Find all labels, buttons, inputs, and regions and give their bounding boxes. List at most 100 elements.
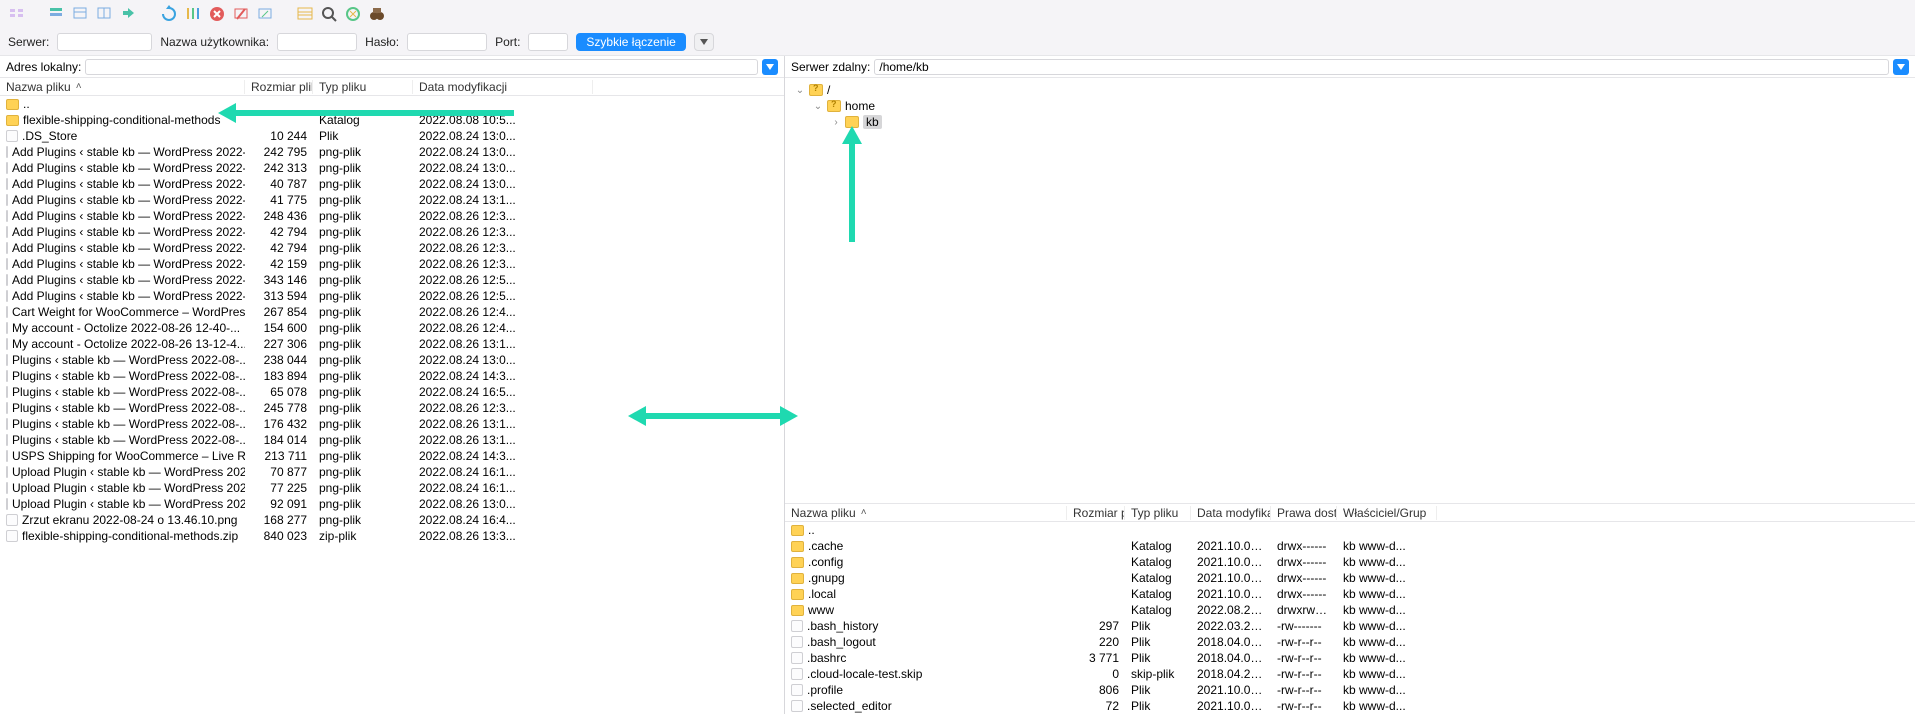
table-row[interactable]: .profile806Plik2021.10.01 0...-rw-r--r--… xyxy=(785,682,1915,698)
table-row[interactable]: Upload Plugin ‹ stable kb — WordPress 20… xyxy=(0,464,784,480)
col-name[interactable]: Nazwa pliku xyxy=(785,506,1067,520)
col-name[interactable]: Nazwa pliku xyxy=(0,80,245,94)
local-file-list[interactable]: ..flexible-shipping-conditional-methodsK… xyxy=(0,96,784,544)
quickconnect-history-dropdown[interactable] xyxy=(694,33,714,51)
table-row[interactable]: Add Plugins ‹ stable kb — WordPress 2022… xyxy=(0,272,784,288)
file-name: Add Plugins ‹ stable kb — WordPress 2022… xyxy=(12,209,245,223)
file-type: png-plik xyxy=(313,177,413,191)
file-size: 806 xyxy=(1067,683,1125,697)
table-row[interactable]: .cloud-locale-test.skip0skip-plik2018.04… xyxy=(785,666,1915,682)
table-row[interactable]: Upload Plugin ‹ stable kb — WordPress 20… xyxy=(0,496,784,512)
folder-icon xyxy=(791,525,804,536)
table-row[interactable]: flexible-shipping-conditional-methodsKat… xyxy=(0,112,784,128)
table-row[interactable]: .. xyxy=(0,96,784,112)
remote-file-list[interactable]: ...cacheKatalog2021.10.01 0...drwx------… xyxy=(785,522,1915,714)
table-row[interactable]: Add Plugins ‹ stable kb — WordPress 2022… xyxy=(0,240,784,256)
refresh-icon[interactable] xyxy=(160,5,178,23)
cancel-icon[interactable] xyxy=(208,5,226,23)
table-row[interactable]: Upload Plugin ‹ stable kb — WordPress 20… xyxy=(0,480,784,496)
table-row[interactable]: USPS Shipping for WooCommerce – Live Rat… xyxy=(0,448,784,464)
remote-tree[interactable]: ⌄ / ⌄ home › kb xyxy=(785,78,1915,504)
tree-home[interactable]: home xyxy=(845,99,875,113)
queue-icon[interactable] xyxy=(48,5,66,23)
file-date: 2022.08.26 12:3... xyxy=(413,225,593,239)
table-row[interactable]: Plugins ‹ stable kb — WordPress 2022-08-… xyxy=(0,416,784,432)
compare-icon[interactable] xyxy=(120,5,138,23)
tree-view-icon[interactable] xyxy=(96,5,114,23)
col-size[interactable]: Rozmiar pliku xyxy=(245,80,313,94)
table-row[interactable]: Add Plugins ‹ stable kb — WordPress 2022… xyxy=(0,192,784,208)
twisty-icon[interactable]: › xyxy=(831,117,841,128)
col-date[interactable]: Data modyfikacji xyxy=(1191,506,1271,520)
table-row[interactable]: Add Plugins ‹ stable kb — WordPress 2022… xyxy=(0,160,784,176)
file-owner: kb www-d... xyxy=(1337,619,1437,633)
table-row[interactable]: Add Plugins ‹ stable kb — WordPress 2022… xyxy=(0,224,784,240)
table-row[interactable]: flexible-shipping-conditional-methods.zi… xyxy=(0,528,784,544)
table-row[interactable]: wwwKatalog2022.08.24 1...drwxrwxr-xkb ww… xyxy=(785,602,1915,618)
search-icon[interactable] xyxy=(320,5,338,23)
file-name: .bashrc xyxy=(807,651,846,665)
table-row[interactable]: .bash_logout220Plik2018.04.04 2...-rw-r-… xyxy=(785,634,1915,650)
tree-root[interactable]: / xyxy=(827,83,830,97)
filter-icon[interactable] xyxy=(184,5,202,23)
table-row[interactable]: Zrzut ekranu 2022-08-24 o 13.46.10.png16… xyxy=(0,512,784,528)
tree-kb[interactable]: kb xyxy=(863,115,882,129)
site-manager-icon[interactable] xyxy=(8,5,26,23)
file-perm: -rw-r--r-- xyxy=(1271,699,1337,713)
port-input[interactable] xyxy=(528,33,568,51)
table-row[interactable]: My account - Octolize 2022-08-26 12-40-.… xyxy=(0,320,784,336)
col-owner[interactable]: Właściciel/Grup xyxy=(1337,506,1437,520)
table-row[interactable]: .selected_editor72Plik2021.10.01 0...-rw… xyxy=(785,698,1915,714)
table-row[interactable]: Plugins ‹ stable kb — WordPress 2022-08-… xyxy=(0,432,784,448)
table-row[interactable]: Add Plugins ‹ stable kb — WordPress 2022… xyxy=(0,256,784,272)
table-row[interactable]: .configKatalog2021.10.01 0...drwx------k… xyxy=(785,554,1915,570)
table-row[interactable]: Cart Weight for WooCommerce – WordPress.… xyxy=(0,304,784,320)
pass-input[interactable] xyxy=(407,33,487,51)
table-row[interactable]: My account - Octolize 2022-08-26 13-12-4… xyxy=(0,336,784,352)
local-addr-input[interactable] xyxy=(85,59,758,75)
file-size: 343 146 xyxy=(245,273,313,287)
table-row[interactable]: Plugins ‹ stable kb — WordPress 2022-08-… xyxy=(0,384,784,400)
table-row[interactable]: .bash_history297Plik2022.03.28 1...-rw--… xyxy=(785,618,1915,634)
table-row[interactable]: Add Plugins ‹ stable kb — WordPress 2022… xyxy=(0,208,784,224)
table-row[interactable]: Plugins ‹ stable kb — WordPress 2022-08-… xyxy=(0,352,784,368)
file-icon xyxy=(791,636,803,648)
file-date: 2022.08.24 16:5... xyxy=(413,385,593,399)
quickconnect-button[interactable]: Szybkie łączenie xyxy=(576,33,685,51)
table-row[interactable]: .gnupgKatalog2021.10.01 0...drwx------kb… xyxy=(785,570,1915,586)
twisty-icon[interactable]: ⌄ xyxy=(795,85,805,96)
binoculars-icon[interactable] xyxy=(368,5,386,23)
file-perm: drwx------ xyxy=(1271,587,1337,601)
remote-addr-dropdown[interactable] xyxy=(1893,59,1909,75)
split-icon[interactable] xyxy=(296,5,314,23)
table-row[interactable]: .bashrc3 771Plik2018.04.04 2...-rw-r--r-… xyxy=(785,650,1915,666)
file-owner: kb www-d... xyxy=(1337,555,1437,569)
reconnect-icon[interactable] xyxy=(256,5,274,23)
user-input[interactable] xyxy=(277,33,357,51)
table-row[interactable]: Add Plugins ‹ stable kb — WordPress 2022… xyxy=(0,288,784,304)
local-addr-dropdown[interactable] xyxy=(762,59,778,75)
twisty-icon[interactable]: ⌄ xyxy=(813,101,823,112)
file-size: 245 778 xyxy=(245,401,313,415)
table-row[interactable]: .DS_Store10 244Plik2022.08.24 13:0... xyxy=(0,128,784,144)
file-type: png-plik xyxy=(313,321,413,335)
list-view-icon[interactable] xyxy=(72,5,90,23)
table-row[interactable]: .localKatalog2021.10.01 0...drwx------kb… xyxy=(785,586,1915,602)
table-row[interactable]: .cacheKatalog2021.10.01 0...drwx------kb… xyxy=(785,538,1915,554)
process-icon[interactable] xyxy=(344,5,362,23)
table-row[interactable]: .. xyxy=(785,522,1915,538)
file-type: png-plik xyxy=(313,465,413,479)
col-type[interactable]: Typ pliku xyxy=(313,80,413,94)
col-date[interactable]: Data modyfikacji xyxy=(413,80,593,94)
folder-icon xyxy=(827,100,841,112)
table-row[interactable]: Plugins ‹ stable kb — WordPress 2022-08-… xyxy=(0,400,784,416)
table-row[interactable]: Plugins ‹ stable kb — WordPress 2022-08-… xyxy=(0,368,784,384)
server-input[interactable] xyxy=(57,33,152,51)
col-perm[interactable]: Prawa dostępu xyxy=(1271,506,1337,520)
disconnect-icon[interactable] xyxy=(232,5,250,23)
remote-addr-input[interactable] xyxy=(874,59,1889,75)
table-row[interactable]: Add Plugins ‹ stable kb — WordPress 2022… xyxy=(0,176,784,192)
col-type[interactable]: Typ pliku xyxy=(1125,506,1191,520)
table-row[interactable]: Add Plugins ‹ stable kb — WordPress 2022… xyxy=(0,144,784,160)
col-size[interactable]: Rozmiar pliku xyxy=(1067,506,1125,520)
